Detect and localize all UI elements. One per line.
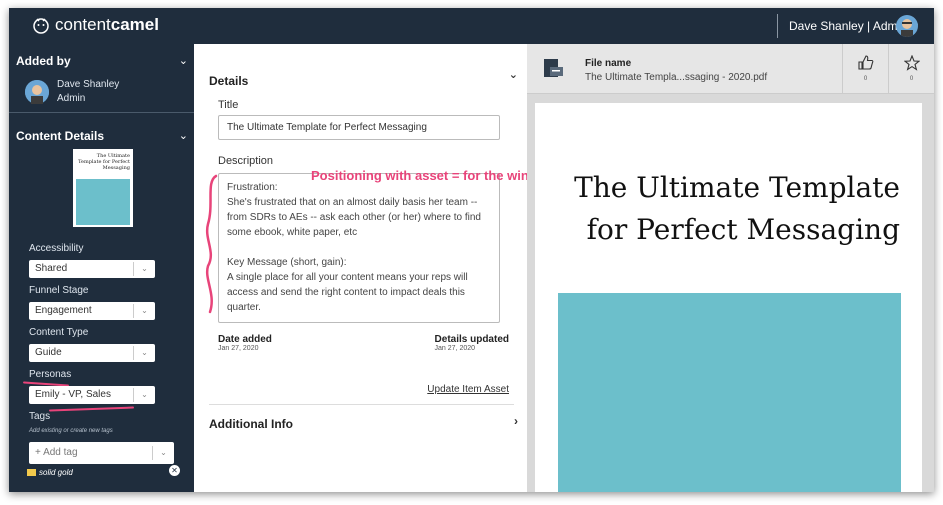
- personas-select[interactable]: Emily - VP, Sales ⌄: [29, 386, 155, 404]
- document-cover-block: [558, 293, 901, 492]
- update-item-asset-link[interactable]: Update Item Asset: [427, 384, 509, 395]
- camel-logo-icon: [33, 18, 49, 34]
- person-role: Admin: [57, 93, 86, 104]
- pdf-file-icon: [544, 59, 563, 77]
- personas-label: Personas: [29, 369, 72, 380]
- funnel-stage-label: Funnel Stage: [29, 285, 89, 296]
- logo-text-bold: camel: [110, 15, 159, 34]
- like-count: 0: [863, 76, 868, 82]
- avatar: [25, 80, 49, 104]
- funnel-stage-select[interactable]: Engagement ⌄: [29, 302, 155, 320]
- like-button[interactable]: 0: [842, 44, 888, 94]
- chevron-down-icon[interactable]: ⌄: [179, 129, 188, 142]
- description-label: Description: [218, 155, 274, 167]
- file-name-value: The Ultimate Templa...ssaging - 2020.pdf: [585, 72, 768, 83]
- funnel-stage-value: Engagement: [35, 305, 92, 316]
- annotation-text: Positioning with asset = for the win: [311, 168, 529, 183]
- thumbnail-block: [76, 179, 130, 225]
- content-thumbnail: The Ultimate Template for Perfect Messag…: [73, 149, 133, 227]
- person-name: Dave Shanley: [57, 79, 120, 90]
- chevron-down-icon: ⌄: [133, 346, 155, 360]
- details-panel: Details ⌄ Title The Ultimate Template fo…: [194, 44, 529, 492]
- divider: [209, 404, 514, 405]
- accessibility-label: Accessibility: [29, 243, 84, 254]
- added-by-heading: Added by: [16, 54, 71, 68]
- document-title: The Ultimate Template for Perfect Messag…: [574, 171, 900, 246]
- tag-flag-icon: [27, 469, 36, 476]
- details-updated-label: Details updated: [434, 334, 509, 345]
- accessibility-value: Shared: [35, 263, 68, 274]
- added-by-person: Dave Shanley Admin: [25, 78, 119, 106]
- chevron-down-icon[interactable]: ⌄: [179, 54, 188, 67]
- personas-value: Emily - VP, Sales: [35, 389, 111, 400]
- favorite-button[interactable]: 0: [888, 44, 934, 94]
- sidebar: Added by ⌄ Dave Shanley Admin Content De…: [9, 44, 194, 492]
- accessibility-select[interactable]: Shared ⌄: [29, 260, 155, 278]
- details-heading[interactable]: Details: [209, 74, 248, 88]
- avatar[interactable]: [896, 15, 918, 37]
- title-input[interactable]: The Ultimate Template for Perfect Messag…: [218, 115, 500, 140]
- preview-panel: File name The Ultimate Templa...ssaging …: [527, 44, 934, 492]
- date-added-value: Jan 27, 2020: [218, 345, 259, 352]
- tag-chip[interactable]: solid gold: [27, 468, 73, 477]
- remove-tag-icon[interactable]: ✕: [169, 465, 180, 476]
- thumbs-up-icon: [857, 55, 873, 70]
- file-bar: File name The Ultimate Templa...ssaging …: [527, 44, 934, 94]
- document-preview[interactable]: The Ultimate Template for Perfect Messag…: [535, 103, 922, 492]
- topbar-separator: [777, 14, 778, 38]
- description-textarea[interactable]: Frustration: She's frustrated that on an…: [218, 173, 500, 323]
- logo-text-light: content: [55, 15, 111, 34]
- date-added-label: Date added: [218, 334, 272, 345]
- app-window: contentcamel Dave Shanley | Admin ▼ Adde…: [9, 8, 934, 492]
- add-tag-input[interactable]: + Add tag ⌄: [29, 442, 174, 464]
- tag-chip-label: solid gold: [39, 468, 73, 477]
- tags-hint: Add existing or create new tags: [29, 428, 113, 434]
- chevron-down-icon: ⌄: [133, 304, 155, 318]
- content-type-select[interactable]: Guide ⌄: [29, 344, 155, 362]
- additional-info-heading[interactable]: Additional Info: [209, 417, 293, 431]
- thumbnail-title: The Ultimate Template for Perfect Messag…: [78, 153, 130, 171]
- star-icon: [903, 54, 920, 71]
- details-updated: Details updated Jan 27, 2020: [435, 334, 509, 352]
- details-updated-value: Jan 27, 2020: [434, 345, 476, 352]
- chevron-down-icon[interactable]: ⌄: [509, 68, 518, 81]
- top-bar: contentcamel Dave Shanley | Admin ▼: [9, 8, 934, 44]
- add-tag-placeholder: + Add tag: [35, 447, 78, 458]
- annotation-brace: [205, 174, 218, 314]
- divider: [9, 112, 194, 113]
- content-type-label: Content Type: [29, 327, 89, 338]
- chevron-right-icon[interactable]: ›: [514, 414, 518, 428]
- content-type-value: Guide: [35, 347, 62, 358]
- title-label: Title: [218, 99, 239, 111]
- date-added: Date added Jan 27, 2020: [218, 334, 272, 352]
- file-name-label: File name: [585, 58, 632, 69]
- highlight-underline: [48, 406, 135, 412]
- content-details-heading: Content Details: [16, 129, 105, 143]
- chevron-down-icon: ⌄: [152, 446, 174, 460]
- tags-label: Tags: [29, 411, 51, 422]
- favorite-count: 0: [909, 76, 914, 82]
- user-menu-label: Dave Shanley | Admin: [789, 19, 907, 33]
- chevron-down-icon: ⌄: [133, 262, 155, 276]
- chevron-down-icon: ⌄: [133, 388, 155, 402]
- logo[interactable]: content camel: [31, 15, 159, 35]
